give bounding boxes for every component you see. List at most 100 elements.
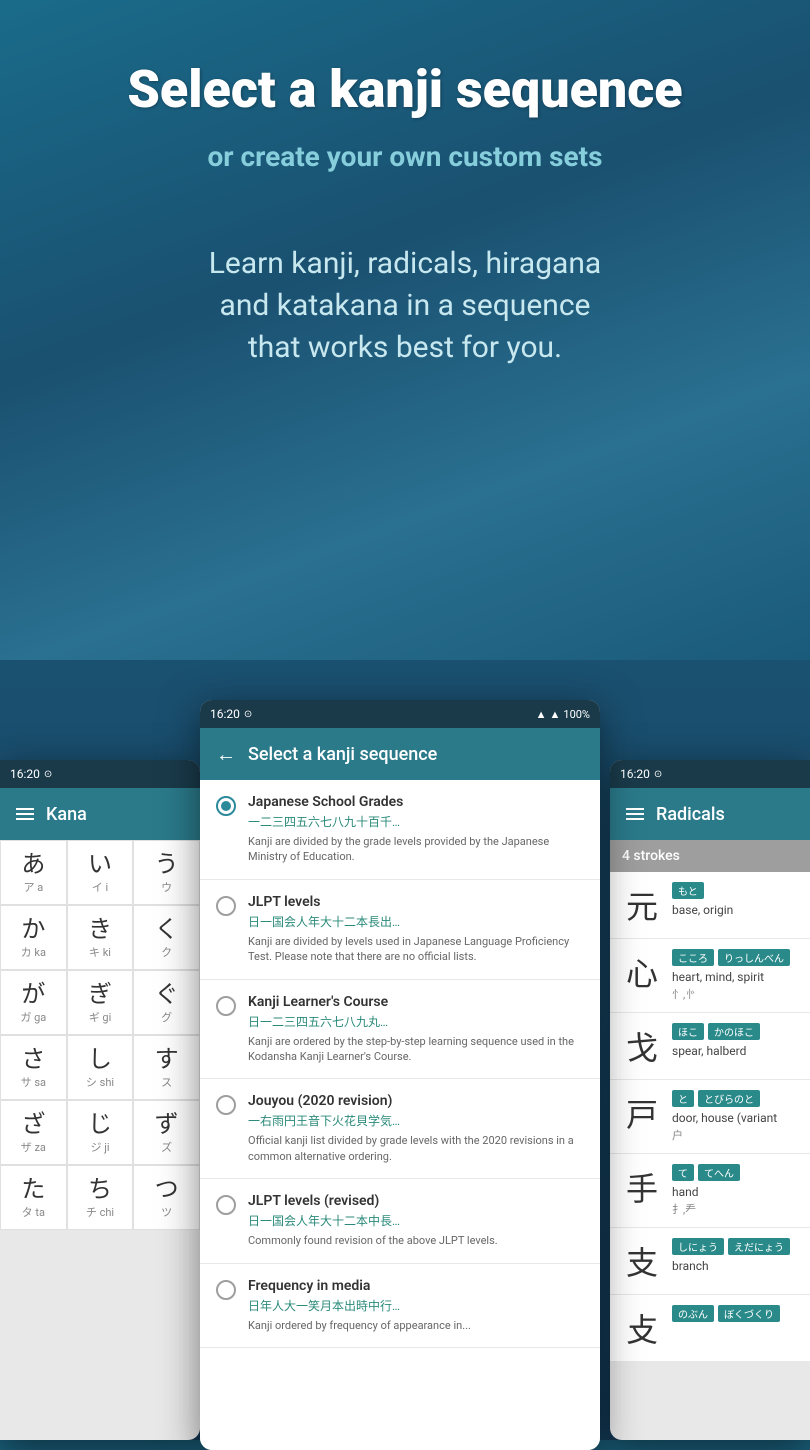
seq-title: JLPT levels (revised) [248,1193,584,1209]
radical-meaning: hand [672,1185,798,1199]
radical-tags: と とびらのと [672,1090,798,1107]
radicals-header: Radicals [610,788,810,840]
phone-center: 16:20 ⊙ ▲ ▲ 100% ← Select a kanji sequen… [200,700,600,1450]
hero-desc: Learn kanji, radicals, hiraganaand katak… [40,243,770,369]
kana-grid: あア a いイ i うウ かカ ka きキ ki くク がガ ga ぎギ gi … [0,840,200,1230]
radicals-body: 4 strokes 元 もと base, origin 心 こころ [610,840,810,1440]
radical-tag: しにょう [672,1238,724,1255]
radical-char: 攴 [622,1305,662,1351]
radical-tags: しにょう えだにょう [672,1238,798,1255]
kana-title: Kana [46,804,87,825]
seq-title: Jouyou (2020 revision) [248,1093,584,1109]
radio-jlpt[interactable] [216,896,236,916]
kana-cell[interactable]: かカ ka [0,905,67,970]
kana-cell[interactable]: ざザ za [0,1100,67,1165]
radical-info: ほこ かのほこ spear, halberd [672,1023,798,1060]
kana-cell[interactable]: ぐグ [133,970,200,1035]
radio-kanji-learners[interactable] [216,996,236,1016]
radical-tag: てへん [698,1164,740,1181]
list-item[interactable]: 支 しにょう えだにょう branch [610,1228,810,1295]
kana-cell[interactable]: しシ shi [67,1035,134,1100]
seq-kanji: 日一国会人年大十二本長出… [248,913,584,930]
radical-info: と とびらのと door, house (variant 户 [672,1090,798,1143]
radical-tags: て てへん [672,1164,798,1181]
kana-cell[interactable]: たタ ta [0,1165,67,1230]
status-bar-right: 16:20 ⊙ [610,760,810,788]
list-item[interactable]: 心 こころ りっしんべん heart, mind, spirit 忄,㣺 [610,939,810,1013]
radical-sub: 忄,㣺 [672,986,798,1002]
battery-icon: 100% [563,708,590,721]
seq-title: JLPT levels [248,894,584,910]
radical-info: のぶん ぼくづくり [672,1305,798,1326]
status-icons: ▲ ▲ 100% [536,708,590,721]
seq-frequency: Frequency in media 日年人大一笑月本出時中行… Kanji o… [248,1278,584,1333]
seq-desc: Commonly found revision of the above JLP… [248,1233,584,1248]
kana-cell[interactable]: つツ [133,1165,200,1230]
radio-jouyou[interactable] [216,1095,236,1115]
kana-cell[interactable]: じジ ji [67,1100,134,1165]
seq-desc: Kanji ordered by frequency of appearance… [248,1318,584,1333]
phones-container: 16:20 ⊙ Kana あア a いイ i うウ かカ ka きキ ki くク [0,660,810,1440]
hero-subtitle: or create your own custom sets [40,140,770,173]
radical-info: しにょう えだにょう branch [672,1238,798,1275]
sequence-list: Japanese School Grades 一二三四五六七八九十百千… Kan… [200,780,600,1450]
seq-title: Kanji Learner's Course [248,994,584,1010]
seq-kanji: 日年人大一笑月本出時中行… [248,1297,584,1314]
list-item[interactable]: JLPT levels 日一国会人年大十二本長出… Kanji are divi… [200,880,600,980]
radio-jlpt-revised[interactable] [216,1195,236,1215]
radical-tag: のぶん [672,1305,714,1322]
list-item[interactable]: JLPT levels (revised) 日一国会人年大十二本中長… Comm… [200,1179,600,1263]
radical-meaning: heart, mind, spirit [672,970,798,984]
list-item[interactable]: Jouyou (2020 revision) 一右雨円王音下火花貝学気… Off… [200,1079,600,1179]
status-bar-left: 16:20 ⊙ [0,760,200,788]
list-item[interactable]: 戈 ほこ かのほこ spear, halberd [610,1013,810,1080]
list-item[interactable]: Frequency in media 日年人大一笑月本出時中行… Kanji o… [200,1264,600,1348]
kana-cell[interactable]: うウ [133,840,200,905]
seq-kanji: 日一国会人年大十二本中長… [248,1212,584,1229]
radical-tags: こころ りっしんべん [672,949,798,966]
back-button[interactable]: ← [216,742,236,767]
hamburger-icon[interactable] [16,808,34,820]
phone-left: 16:20 ⊙ Kana あア a いイ i うウ かカ ka きキ ki くク [0,760,200,1440]
list-item[interactable]: 元 もと base, origin [610,872,810,939]
seq-desc: Official kanji list divided by grade lev… [248,1133,584,1164]
radical-tags: ほこ かのほこ [672,1023,798,1040]
radical-char: 元 [622,882,662,928]
list-item[interactable]: 手 て てへん hand 扌,龵 [610,1154,810,1228]
seq-title: Japanese School Grades [248,794,584,810]
kana-cell[interactable]: がガ ga [0,970,67,1035]
radical-tag: ぼくづくり [718,1305,780,1322]
kana-cell[interactable]: ちチ chi [67,1165,134,1230]
kana-cell[interactable]: くク [133,905,200,970]
radical-tag: とびらのと [698,1090,760,1107]
kana-cell[interactable]: すス [133,1035,200,1100]
radio-japanese-school[interactable] [216,796,236,816]
sequence-body: Japanese School Grades 一二三四五六七八九十百千… Kan… [200,780,600,1450]
phone-right: 16:20 ⊙ Radicals 4 strokes 元 もと [610,760,810,1440]
radio-frequency[interactable] [216,1280,236,1300]
seq-kanji-learners: Kanji Learner's Course 日一二三四五六七八九丸… Kanj… [248,994,584,1065]
kana-cell[interactable]: さサ sa [0,1035,67,1100]
kana-cell[interactable]: きキ ki [67,905,134,970]
radical-info: て てへん hand 扌,龵 [672,1164,798,1217]
list-item[interactable]: Kanji Learner's Course 日一二三四五六七八九丸… Kanj… [200,980,600,1080]
time-left: 16:20 [10,767,40,781]
radical-tags: もと [672,882,798,899]
sequence-title: Select a kanji sequence [248,744,437,765]
sequence-header: ← Select a kanji sequence [200,728,600,780]
kana-cell[interactable]: ずズ [133,1100,200,1165]
list-item[interactable]: 戸 と とびらのと door, house (variant 户 [610,1080,810,1154]
list-item[interactable]: 攴 のぶん ぼくづくり [610,1295,810,1362]
radical-tag: えだにょう [728,1238,790,1255]
hamburger-icon-right[interactable] [626,808,644,820]
seq-desc: Kanji are ordered by the step-by-step le… [248,1034,584,1065]
kana-cell[interactable]: いイ i [67,840,134,905]
radical-info: こころ りっしんべん heart, mind, spirit 忄,㣺 [672,949,798,1002]
status-bar-center: 16:20 ⊙ ▲ ▲ 100% [200,700,600,728]
radical-tag: て [672,1164,694,1181]
list-item[interactable]: Japanese School Grades 一二三四五六七八九十百千… Kan… [200,780,600,880]
radical-char: 戈 [622,1023,662,1069]
kana-cell[interactable]: ぎギ gi [67,970,134,1035]
kana-cell[interactable]: あア a [0,840,67,905]
radical-char: 手 [622,1164,662,1210]
